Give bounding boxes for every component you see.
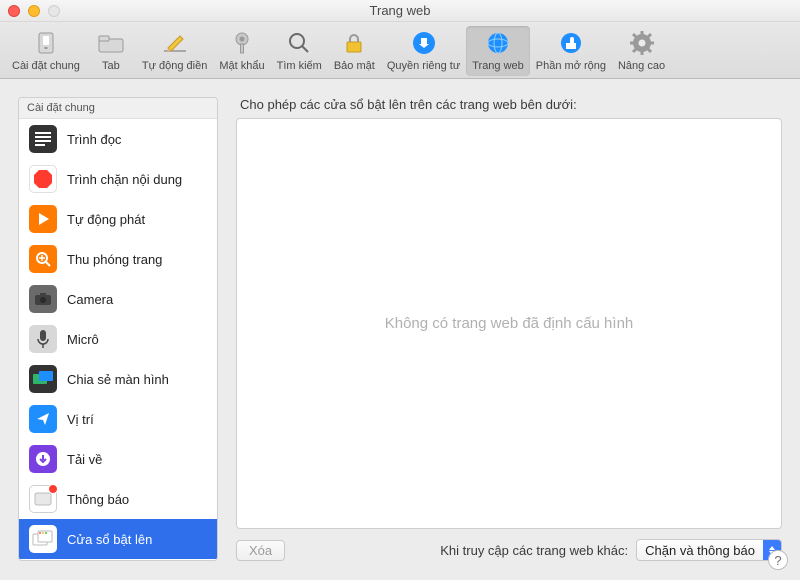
- toolbar-label: Phần mở rộng: [536, 60, 606, 72]
- sidebar-item-label: Trình đọc: [67, 132, 121, 147]
- sidebar-item-screen-sharing[interactable]: Chia sẻ màn hình: [19, 359, 217, 399]
- sidebar-item-page-zoom[interactable]: Thu phóng trang: [19, 239, 217, 279]
- tab-icon: [96, 28, 126, 58]
- toolbar-label: Bảo mật: [334, 60, 375, 72]
- window-title: Trang web: [370, 3, 431, 18]
- sidebar-item-reader[interactable]: Trình đọc: [19, 119, 217, 159]
- sidebar-item-microphone[interactable]: Micrô: [19, 319, 217, 359]
- sidebar: Cài đặt chung Trình đọc Trình chặn nội d…: [18, 97, 218, 561]
- other-websites-select[interactable]: Chặn và thông báo: [636, 539, 782, 561]
- toolbar-tabs[interactable]: Tab: [86, 26, 136, 76]
- sidebar-header: Cài đặt chung: [19, 98, 217, 119]
- notification-icon: [29, 485, 57, 513]
- sidebar-item-camera[interactable]: Camera: [19, 279, 217, 319]
- zoom-window-button[interactable]: [48, 5, 60, 17]
- toolbar-label: Quyền riêng tư: [387, 60, 460, 72]
- sidebar-item-popup-windows[interactable]: Cửa sổ bật lên: [19, 519, 217, 559]
- select-value: Chặn và thông báo: [637, 543, 763, 558]
- help-icon: ?: [774, 553, 781, 568]
- sidebar-item-autoplay[interactable]: Tự động phát: [19, 199, 217, 239]
- toolbar-label: Trang web: [472, 60, 524, 72]
- toolbar-autofill[interactable]: Tự động điền: [136, 26, 213, 76]
- sidebar-item-notifications[interactable]: Thông báo: [19, 479, 217, 519]
- main-panel: Cho phép các cửa sổ bật lên trên các tra…: [236, 97, 782, 561]
- toolbar-general[interactable]: Cài đặt chung: [6, 26, 86, 76]
- sidebar-item-label: Chia sẻ màn hình: [67, 372, 169, 387]
- titlebar: Trang web: [0, 0, 800, 22]
- toolbar-label: Nâng cao: [618, 60, 665, 72]
- switch-icon: [31, 28, 61, 58]
- websites-list[interactable]: Không có trang web đã định cấu hình: [236, 118, 782, 529]
- sidebar-item-label: Tự động phát: [67, 212, 145, 227]
- sidebar-item-label: Cửa sổ bật lên: [67, 532, 152, 547]
- hand-icon: [409, 28, 439, 58]
- sidebar-item-downloads[interactable]: Tải về: [19, 439, 217, 479]
- search-icon: [284, 28, 314, 58]
- content-area: Cài đặt chung Trình đọc Trình chặn nội d…: [0, 79, 800, 579]
- sidebar-item-label: Trình chặn nội dung: [67, 172, 182, 187]
- toolbar-passwords[interactable]: Mật khẩu: [213, 26, 270, 76]
- play-icon: [29, 205, 57, 233]
- sidebar-item-content-blockers[interactable]: Trình chặn nội dung: [19, 159, 217, 199]
- globe-icon: [483, 28, 513, 58]
- toolbar: Cài đặt chung Tab Tự động điền Mật khẩu …: [0, 22, 800, 79]
- puzzle-icon: [556, 28, 586, 58]
- window-controls: [8, 5, 60, 17]
- toolbar-label: Mật khẩu: [219, 60, 264, 72]
- main-heading: Cho phép các cửa sổ bật lên trên các tra…: [240, 97, 782, 112]
- toolbar-privacy[interactable]: Quyền riêng tư: [381, 26, 466, 76]
- sidebar-item-label: Thông báo: [67, 492, 129, 507]
- toolbar-label: Cài đặt chung: [12, 60, 80, 72]
- toolbar-websites[interactable]: Trang web: [466, 26, 530, 76]
- sidebar-list: Trình đọc Trình chặn nội dung Tự động ph…: [19, 119, 217, 560]
- sidebar-item-label: Micrô: [67, 332, 99, 347]
- sidebar-item-location[interactable]: Vị trí: [19, 399, 217, 439]
- pencil-icon: [160, 28, 190, 58]
- screens-icon: [29, 365, 57, 393]
- toolbar-search[interactable]: Tìm kiếm: [271, 26, 328, 76]
- stop-icon: [29, 165, 57, 193]
- toolbar-label: Tab: [102, 60, 120, 72]
- sidebar-item-label: Vị trí: [67, 412, 94, 427]
- empty-state-text: Không có trang web đã định cấu hình: [385, 315, 634, 332]
- help-button[interactable]: ?: [768, 550, 788, 570]
- gear-icon: [627, 28, 657, 58]
- lock-icon: [339, 28, 369, 58]
- camera-icon: [29, 285, 57, 313]
- toolbar-extensions[interactable]: Phần mở rộng: [530, 26, 612, 76]
- close-window-button[interactable]: [8, 5, 20, 17]
- toolbar-label: Tự động điền: [142, 60, 207, 72]
- reader-icon: [29, 125, 57, 153]
- main-footer: Xóa Khi truy cập các trang web khác: Chặ…: [236, 539, 782, 561]
- toolbar-label: Tìm kiếm: [277, 60, 322, 72]
- toolbar-security[interactable]: Bảo mật: [328, 26, 381, 76]
- sidebar-item-label: Thu phóng trang: [67, 252, 162, 267]
- toolbar-advanced[interactable]: Nâng cao: [612, 26, 671, 76]
- windows-icon: [29, 525, 57, 553]
- location-icon: [29, 405, 57, 433]
- microphone-icon: [29, 325, 57, 353]
- other-websites-label: Khi truy cập các trang web khác:: [440, 543, 628, 558]
- sidebar-item-label: Camera: [67, 292, 113, 307]
- download-icon: [29, 445, 57, 473]
- remove-button[interactable]: Xóa: [236, 540, 285, 561]
- zoom-icon: [29, 245, 57, 273]
- key-icon: [227, 28, 257, 58]
- minimize-window-button[interactable]: [28, 5, 40, 17]
- sidebar-item-label: Tải về: [67, 452, 102, 467]
